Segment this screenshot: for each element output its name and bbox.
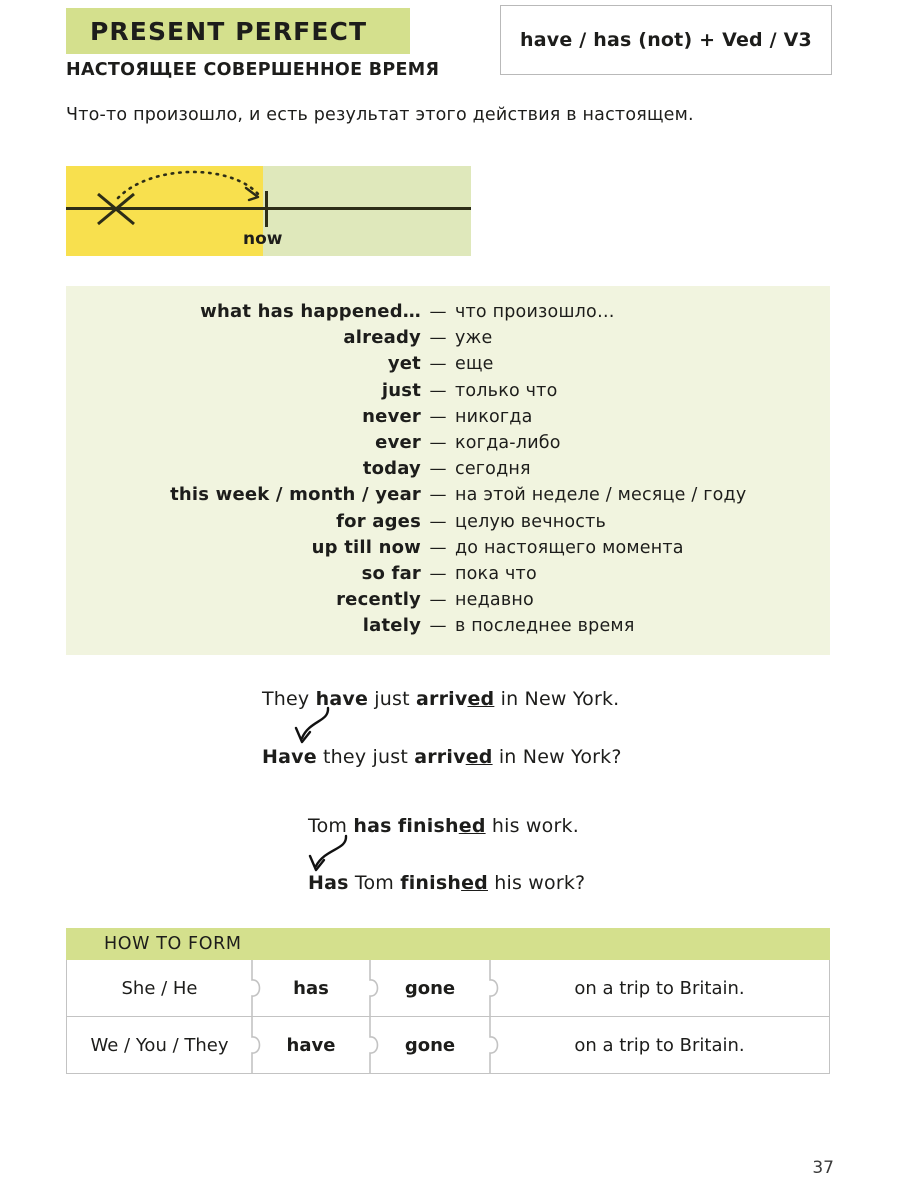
vocabulary-item: this week / month / year — на этой недел… xyxy=(66,484,830,510)
vocabulary-dash: — xyxy=(429,537,447,558)
vocabulary-dash: — xyxy=(429,616,447,637)
example-verb-suffix: ed xyxy=(461,872,488,894)
vocabulary-term-en: yet xyxy=(387,353,421,375)
cell-verb: gone xyxy=(404,1034,456,1056)
vocabulary-term-en: up till now xyxy=(311,536,421,558)
cell-subject: She / He xyxy=(121,977,198,999)
vocabulary-term-en: what has happened… xyxy=(200,301,421,322)
example-post: his work? xyxy=(487,872,586,894)
vocabulary-term-ru: когда-либо xyxy=(455,432,561,453)
how-to-form-header: HOW TO FORM xyxy=(66,928,830,960)
example-verb-suffix: ed xyxy=(458,815,486,837)
vocabulary-term-en: this week / month / year xyxy=(170,484,421,506)
vocabulary-list: what has happened… — что произошло… alre… xyxy=(66,301,830,641)
vocabulary-term-ru: целую вечность xyxy=(455,511,607,532)
vocabulary-term-ru: только что xyxy=(455,380,558,401)
cell-complement: on a trip to Britain. xyxy=(574,977,745,999)
vocabulary-term-en: already xyxy=(343,327,421,349)
vocabulary-term-ru: до настоящего момента xyxy=(455,537,684,558)
vocabulary-term-en: lately xyxy=(362,615,421,637)
vocabulary-item: just — только что xyxy=(66,380,830,406)
vocabulary-dash: — xyxy=(429,511,447,532)
vocabulary-term-en: so far xyxy=(361,562,421,584)
vocabulary-item: today — сегодня xyxy=(66,458,830,484)
vocabulary-term-ru: никогда xyxy=(455,406,533,427)
vocabulary-item: never — никогда xyxy=(66,406,830,432)
now-label: now xyxy=(243,229,283,249)
vocabulary-term-en: for ages xyxy=(336,510,421,532)
page-title-bar: PRESENT PERFECT xyxy=(66,8,410,54)
vocabulary-dash: — xyxy=(429,328,447,349)
vocabulary-term-ru: в последнее время xyxy=(455,616,635,637)
vocabulary-term-en: today xyxy=(362,458,421,480)
timeline-diagram: now xyxy=(66,166,471,256)
vocabulary-item: so far — пока что xyxy=(66,563,830,589)
vocabulary-term-ru: что произошло… xyxy=(455,302,615,322)
cell-auxiliary: has xyxy=(293,977,329,999)
vocabulary-term-ru: на этой неделе / месяце / году xyxy=(455,485,747,506)
vocabulary-dash: — xyxy=(429,380,447,401)
vocabulary-dash: — xyxy=(429,590,447,611)
page-subtitle: НАСТОЯЩЕЕ СОВЕРШЕННОЕ ВРЕМЯ xyxy=(66,60,440,80)
table-row: We / You / They have gone on a trip to B… xyxy=(67,1017,829,1073)
vocabulary-term-en: recently xyxy=(336,589,421,611)
intro-text: Что-то произошло, и есть результат этого… xyxy=(66,105,694,125)
example-aux: Have xyxy=(262,746,317,768)
vocabulary-item: ever — когда-либо xyxy=(66,432,830,458)
vocabulary-dash: — xyxy=(429,406,447,427)
example-verb-suffix: ed xyxy=(465,746,493,768)
example-question: Has Tom finished his work? xyxy=(308,872,585,894)
vocabulary-item: for ages — целую вечность xyxy=(66,511,830,537)
vocabulary-dash: — xyxy=(429,432,447,453)
vocabulary-dash: — xyxy=(429,354,447,375)
now-tick-mark xyxy=(265,191,268,227)
cell-verb: gone xyxy=(404,977,456,999)
formula-box: have / has (not) + Ved / V3 xyxy=(500,5,832,75)
how-to-form-table: HOW TO FORM She / He has gone on a trip … xyxy=(66,928,830,1074)
page-title: PRESENT PERFECT xyxy=(90,16,368,46)
vocabulary-dash: — xyxy=(429,459,447,480)
vocabulary-item: up till now — до настоящего момента xyxy=(66,537,830,563)
vocabulary-term-ru: сегодня xyxy=(455,459,531,480)
vocabulary-item: yet — еще xyxy=(66,353,830,379)
how-to-form-body: She / He has gone on a trip to Britain. … xyxy=(66,960,830,1074)
example-pre: they just xyxy=(316,746,415,768)
vocabulary-item: lately — в последнее время xyxy=(66,615,830,641)
past-event-x-icon xyxy=(97,192,135,226)
cell-subject: We / You / They xyxy=(90,1034,229,1056)
example-aux: Has xyxy=(308,872,349,894)
vocabulary-item: what has happened… — что произошло… xyxy=(66,301,830,327)
vocabulary-panel: what has happened… — что произошло… alre… xyxy=(66,286,830,655)
cell-complement: on a trip to Britain. xyxy=(574,1034,745,1056)
vocabulary-term-en: just xyxy=(381,379,421,401)
cell-auxiliary: have xyxy=(286,1034,336,1056)
formula-text: have / has (not) + Ved / V3 xyxy=(520,29,812,51)
example-verb-stem: finish xyxy=(400,872,462,894)
vocabulary-dash: — xyxy=(429,563,447,584)
result-arc-icon xyxy=(116,170,260,200)
example-pre: Tom xyxy=(348,872,401,894)
example-post: his work. xyxy=(485,815,579,837)
vocabulary-item: already — уже xyxy=(66,327,830,353)
example-question: Have they just arrived in New York? xyxy=(262,746,622,768)
vocabulary-dash: — xyxy=(429,485,447,506)
vocabulary-item: recently — недавно xyxy=(66,589,830,615)
vocabulary-dash: — xyxy=(429,302,447,322)
how-to-form-header-text: HOW TO FORM xyxy=(104,934,242,954)
vocabulary-term-ru: пока что xyxy=(455,563,537,584)
example-verb-stem: arriv xyxy=(414,746,466,768)
table-row: She / He has gone on a trip to Britain. xyxy=(67,960,829,1017)
vocabulary-term-ru: недавно xyxy=(455,590,534,611)
vocabulary-term-en: ever xyxy=(375,431,421,453)
example-mid: just xyxy=(368,688,416,710)
vocabulary-term-ru: уже xyxy=(455,328,493,349)
vocabulary-term-ru: еще xyxy=(455,354,494,375)
page-number: 37 xyxy=(812,1158,834,1178)
example-verb-stem: finish xyxy=(397,815,459,837)
example-verb-suffix: ed xyxy=(467,688,495,710)
example-post: in New York. xyxy=(494,688,620,710)
example-post: in New York? xyxy=(492,746,622,768)
vocabulary-term-en: never xyxy=(362,405,421,427)
example-verb-stem: arriv xyxy=(416,688,468,710)
